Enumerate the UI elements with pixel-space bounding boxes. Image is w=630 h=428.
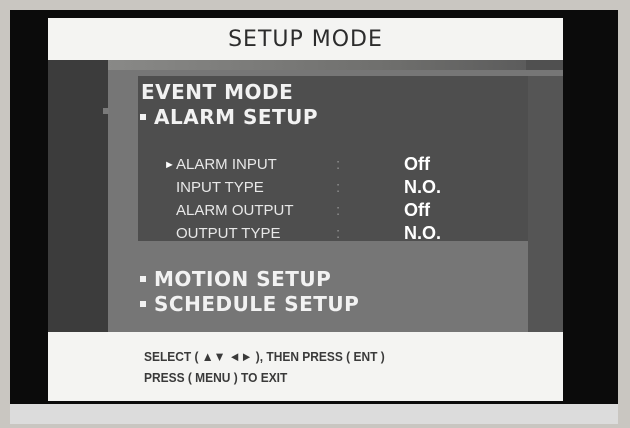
- page-title: SETUP MODE: [228, 26, 383, 52]
- square-bullet-icon: [140, 275, 146, 282]
- setting-value[interactable]: Off: [404, 154, 430, 175]
- setting-label: ALARM OUTPUT: [176, 202, 294, 219]
- bottom-border: [10, 404, 618, 424]
- menu-item-label: SCHEDULE SETUP: [154, 292, 360, 316]
- setting-label: INPUT TYPE: [176, 179, 264, 196]
- setting-value[interactable]: Off: [404, 200, 430, 221]
- triangle-right-icon: ►: [164, 159, 175, 171]
- setting-row-output-type[interactable]: OUTPUT TYPE : N.O.: [160, 223, 500, 247]
- setting-label: OUTPUT TYPE: [176, 225, 281, 242]
- separator: :: [336, 156, 341, 173]
- menu-item-schedule-setup[interactable]: SCHEDULE SETUP: [140, 292, 359, 316]
- left-panel: [48, 60, 108, 332]
- menu-item-motion-setup[interactable]: MOTION SETUP: [140, 267, 331, 291]
- separator: :: [336, 225, 341, 242]
- menu-item-label: ALARM SETUP: [154, 105, 319, 129]
- setting-row-input-type[interactable]: INPUT TYPE : N.O.: [160, 177, 500, 201]
- help-footer: SELECT ( ▲▼ ◄► ), THEN PRESS ( ENT ) PRE…: [48, 332, 563, 401]
- section-heading: EVENT MODE: [141, 80, 294, 104]
- setting-value[interactable]: N.O.: [404, 177, 441, 198]
- separator: :: [336, 202, 341, 219]
- help-text-select: SELECT ( ▲▼ ◄► ), THEN PRESS ( ENT ): [144, 349, 385, 364]
- right-edge-panel: [528, 76, 563, 332]
- setting-label: ALARM INPUT: [176, 156, 277, 173]
- section-indicator-dot: [103, 108, 109, 114]
- square-bullet-icon: [140, 113, 146, 120]
- title-accent-bar: [96, 60, 526, 70]
- square-bullet-icon: [140, 300, 146, 307]
- menu-item-label: MOTION SETUP: [154, 267, 332, 291]
- help-text-exit: PRESS ( MENU ) TO EXIT: [144, 370, 288, 385]
- setting-row-alarm-output[interactable]: ALARM OUTPUT : Off: [160, 200, 500, 224]
- setting-row-alarm-input[interactable]: ► ALARM INPUT : Off: [160, 154, 500, 178]
- menu-item-alarm-setup[interactable]: ALARM SETUP: [140, 105, 318, 129]
- osd-menu: SETUP MODE EVENT MODE ALARM SETUP ► ALAR…: [48, 18, 563, 401]
- separator: :: [336, 179, 341, 196]
- setting-value[interactable]: N.O.: [404, 223, 441, 244]
- title-bar: SETUP MODE: [48, 18, 563, 60]
